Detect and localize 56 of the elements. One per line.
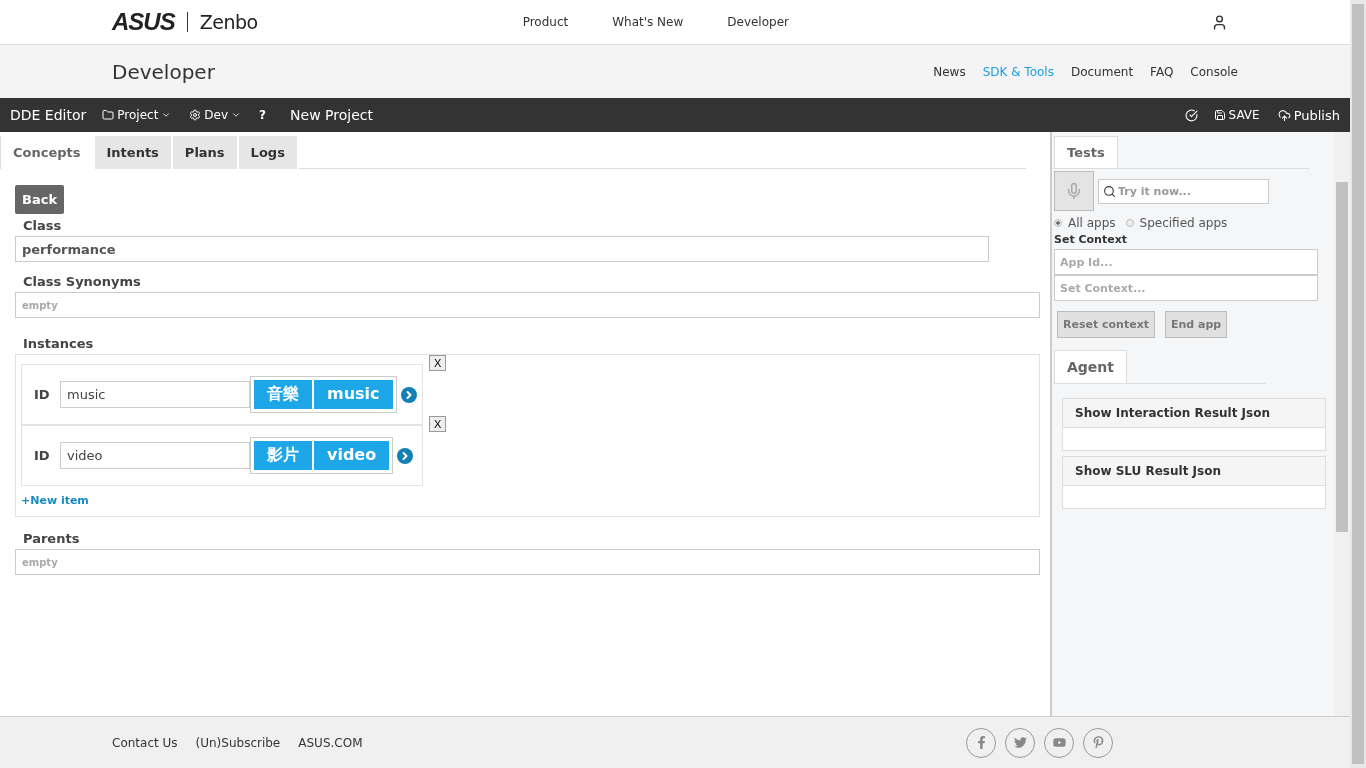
footer-link[interactable]: (Un)Subscribe bbox=[195, 735, 281, 750]
check-icon[interactable] bbox=[1184, 108, 1198, 122]
id-label: ID bbox=[34, 387, 51, 402]
section-nav-link[interactable]: Console bbox=[1190, 64, 1238, 79]
brand-logo[interactable]: ASUS bbox=[112, 8, 175, 36]
section-title: Developer bbox=[112, 59, 216, 84]
project-name: New Project bbox=[290, 107, 374, 123]
editor-tab[interactable]: Logs bbox=[238, 136, 299, 169]
editor-tab[interactable]: Plans bbox=[172, 136, 239, 169]
field-label: Class bbox=[23, 218, 63, 233]
radio-label: All apps bbox=[1068, 216, 1116, 230]
caret-icon bbox=[231, 110, 242, 120]
radio-button[interactable] bbox=[1054, 219, 1062, 227]
new-item-link[interactable]: +New item bbox=[21, 494, 89, 507]
id-label: ID bbox=[34, 448, 51, 463]
radio-label: Specified apps bbox=[1139, 216, 1228, 230]
product-name: Zenbo bbox=[199, 11, 258, 33]
field-label: Parents bbox=[23, 531, 81, 546]
folder-icon bbox=[102, 109, 115, 121]
agent-tab[interactable]: Agent bbox=[1054, 350, 1127, 383]
remove-button[interactable]: X bbox=[429, 355, 447, 371]
panel-title[interactable]: Show Interaction Result Json bbox=[1063, 399, 1325, 428]
cloud-upload-icon bbox=[1277, 108, 1291, 122]
tests-tab[interactable]: Tests bbox=[1054, 136, 1118, 168]
gear-icon bbox=[189, 109, 202, 121]
microphone-icon bbox=[1065, 182, 1083, 200]
publish-button[interactable]: Publish bbox=[1277, 107, 1340, 123]
back-button[interactable]: Back bbox=[15, 185, 65, 214]
section-nav-link[interactable]: FAQ bbox=[1150, 64, 1174, 79]
help-button[interactable]: ? bbox=[259, 108, 267, 122]
editor-title: DDE Editor bbox=[10, 107, 87, 123]
id-input[interactable]: video bbox=[60, 442, 250, 469]
panel-title[interactable]: Show SLU Result Json bbox=[1063, 457, 1325, 486]
nav-link[interactable]: Developer bbox=[727, 15, 789, 29]
id-input[interactable]: music bbox=[60, 381, 250, 408]
field-label: Class Synonyms bbox=[23, 274, 142, 289]
save-button[interactable]: SAVE bbox=[1213, 108, 1260, 122]
microphone-button[interactable] bbox=[1054, 171, 1094, 211]
project-menu[interactable]: Project bbox=[102, 108, 172, 122]
remove-button[interactable]: X bbox=[429, 416, 447, 432]
editor-tab[interactable]: Intents bbox=[94, 136, 173, 169]
dev-menu[interactable]: Dev bbox=[189, 108, 242, 122]
nav-link[interactable]: What's New bbox=[612, 15, 684, 29]
radio-button[interactable] bbox=[1125, 219, 1134, 227]
nav-link[interactable]: Product bbox=[522, 15, 569, 29]
caret-icon bbox=[161, 110, 172, 120]
section-nav-link[interactable]: News bbox=[933, 64, 966, 79]
footer-link[interactable]: ASUS.COM bbox=[298, 735, 363, 750]
footer-link[interactable]: Contact Us bbox=[112, 735, 178, 750]
field-label: Set Context bbox=[1054, 233, 1128, 246]
class-field[interactable]: performance bbox=[15, 236, 989, 262]
user-icon[interactable] bbox=[1211, 13, 1228, 31]
section-nav-link[interactable]: Document bbox=[1070, 64, 1134, 79]
editor-tab[interactable]: Concepts bbox=[0, 136, 95, 169]
field-label: Instances bbox=[23, 336, 95, 351]
search-icon bbox=[1103, 184, 1116, 198]
